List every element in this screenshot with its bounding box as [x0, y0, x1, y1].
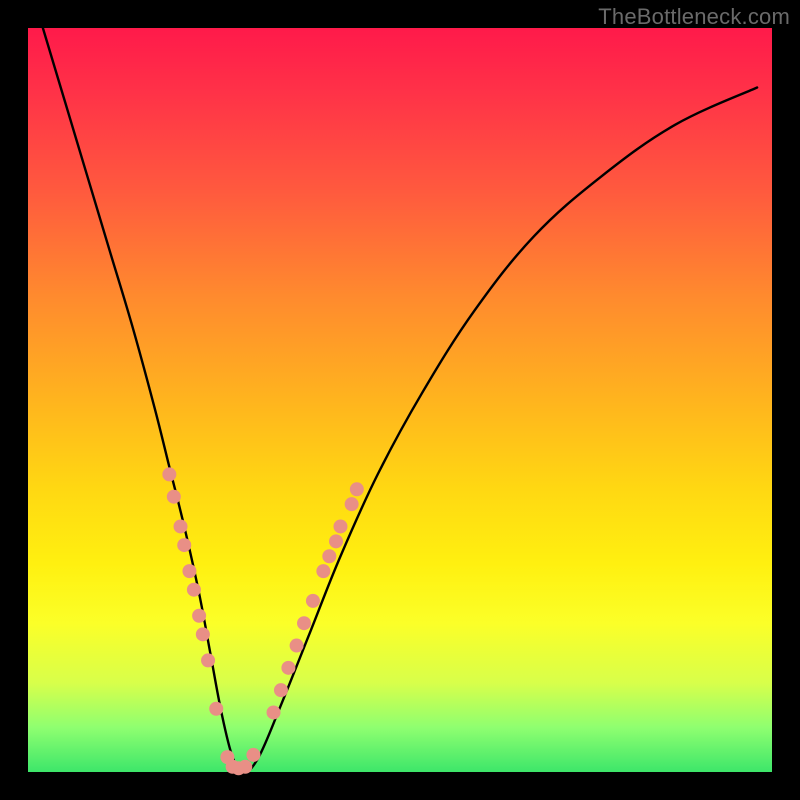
chart-frame: TheBottleneck.com [0, 0, 800, 800]
highlight-dot [322, 549, 336, 563]
highlight-dot [201, 653, 215, 667]
highlight-dot [350, 482, 364, 496]
bottleneck-curve [43, 28, 757, 772]
highlight-dot [306, 594, 320, 608]
highlight-dot [182, 564, 196, 578]
highlight-dot [246, 748, 260, 762]
plot-area [28, 28, 772, 772]
highlight-dot [162, 467, 176, 481]
highlight-dot [297, 616, 311, 630]
highlight-dot [174, 519, 188, 533]
highlight-dot [267, 705, 281, 719]
highlight-dot [333, 519, 347, 533]
highlight-dot [238, 760, 252, 774]
watermark-text: TheBottleneck.com [598, 4, 790, 30]
highlight-dot [274, 683, 288, 697]
highlight-dot [192, 609, 206, 623]
highlight-dot [290, 639, 304, 653]
highlight-dot [281, 661, 295, 675]
highlight-dot [167, 490, 181, 504]
highlight-dot [345, 497, 359, 511]
highlight-dot [316, 564, 330, 578]
curve-layer [28, 28, 772, 772]
highlight-dot [177, 538, 191, 552]
highlight-dot [329, 534, 343, 548]
highlight-dot [196, 627, 210, 641]
highlight-dot [187, 583, 201, 597]
highlight-dot [209, 702, 223, 716]
highlight-dots [162, 467, 363, 775]
